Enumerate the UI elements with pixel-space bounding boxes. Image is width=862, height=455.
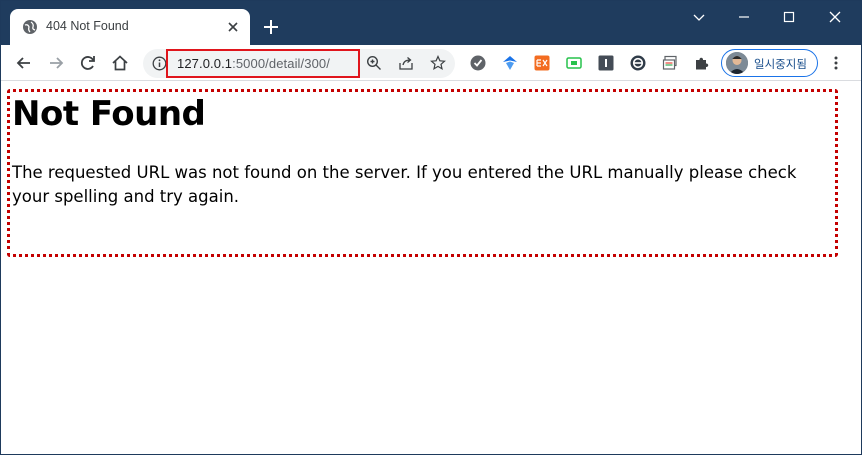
avatar bbox=[726, 52, 748, 74]
tab-close-icon[interactable] bbox=[225, 19, 241, 35]
new-tab-icon[interactable] bbox=[261, 17, 281, 37]
blue-arrow-extension-icon[interactable] bbox=[502, 55, 518, 71]
reload-icon[interactable] bbox=[78, 53, 98, 73]
tab-search-chevron-icon[interactable] bbox=[689, 9, 709, 25]
page-content: Not Found The requested URL was not foun… bbox=[1, 82, 861, 454]
more-menu-icon[interactable] bbox=[830, 55, 842, 71]
minimize-icon[interactable] bbox=[734, 9, 754, 25]
e-extension-icon[interactable] bbox=[630, 55, 646, 71]
url-text[interactable]: 127.0.0.1:5000/detail/300/ bbox=[177, 56, 330, 71]
tab-strip: 404 Not Found bbox=[1, 1, 861, 45]
error-message: The requested URL was not found on the s… bbox=[12, 163, 797, 206]
profile-status-label: 일시중지됨 bbox=[754, 57, 807, 71]
address-bar[interactable]: 127.0.0.1:5000/detail/300/ bbox=[143, 49, 455, 78]
url-highlight-box: 127.0.0.1:5000/detail/300/ bbox=[166, 49, 360, 78]
share-icon[interactable] bbox=[398, 55, 414, 71]
tab-404-not-found[interactable]: 404 Not Found bbox=[10, 9, 250, 45]
puzzle-extensions-icon[interactable] bbox=[694, 55, 710, 71]
person-avatar-icon bbox=[726, 52, 748, 74]
back-arrow-icon[interactable] bbox=[14, 53, 34, 73]
forward-arrow-icon[interactable] bbox=[46, 53, 66, 73]
home-icon[interactable] bbox=[110, 53, 130, 73]
bookmark-star-icon[interactable] bbox=[430, 55, 446, 71]
site-info-icon[interactable] bbox=[152, 56, 167, 71]
browser-window: 404 Not Found 127.0.0.1:5000/detail/300/… bbox=[0, 0, 862, 455]
close-window-icon[interactable] bbox=[825, 9, 845, 25]
dark-i-extension-icon[interactable] bbox=[598, 55, 614, 71]
orange-extension-icon[interactable] bbox=[534, 55, 550, 71]
globe-icon bbox=[23, 20, 37, 34]
toolbar: 127.0.0.1:5000/detail/300/ 일시중지됨 bbox=[1, 45, 861, 81]
tab-title: 404 Not Found bbox=[46, 19, 129, 33]
maximize-icon[interactable] bbox=[779, 9, 799, 25]
zoom-icon[interactable] bbox=[366, 55, 382, 71]
url-path: :5000/detail/300/ bbox=[232, 56, 330, 71]
url-host: 127.0.0.1 bbox=[177, 56, 233, 71]
green-screen-extension-icon[interactable] bbox=[566, 55, 582, 71]
page-title: Not Found bbox=[12, 94, 206, 134]
profile-button[interactable]: 일시중지됨 bbox=[721, 49, 818, 77]
window-extension-icon[interactable] bbox=[662, 55, 678, 71]
check-extension-icon[interactable] bbox=[470, 55, 486, 71]
